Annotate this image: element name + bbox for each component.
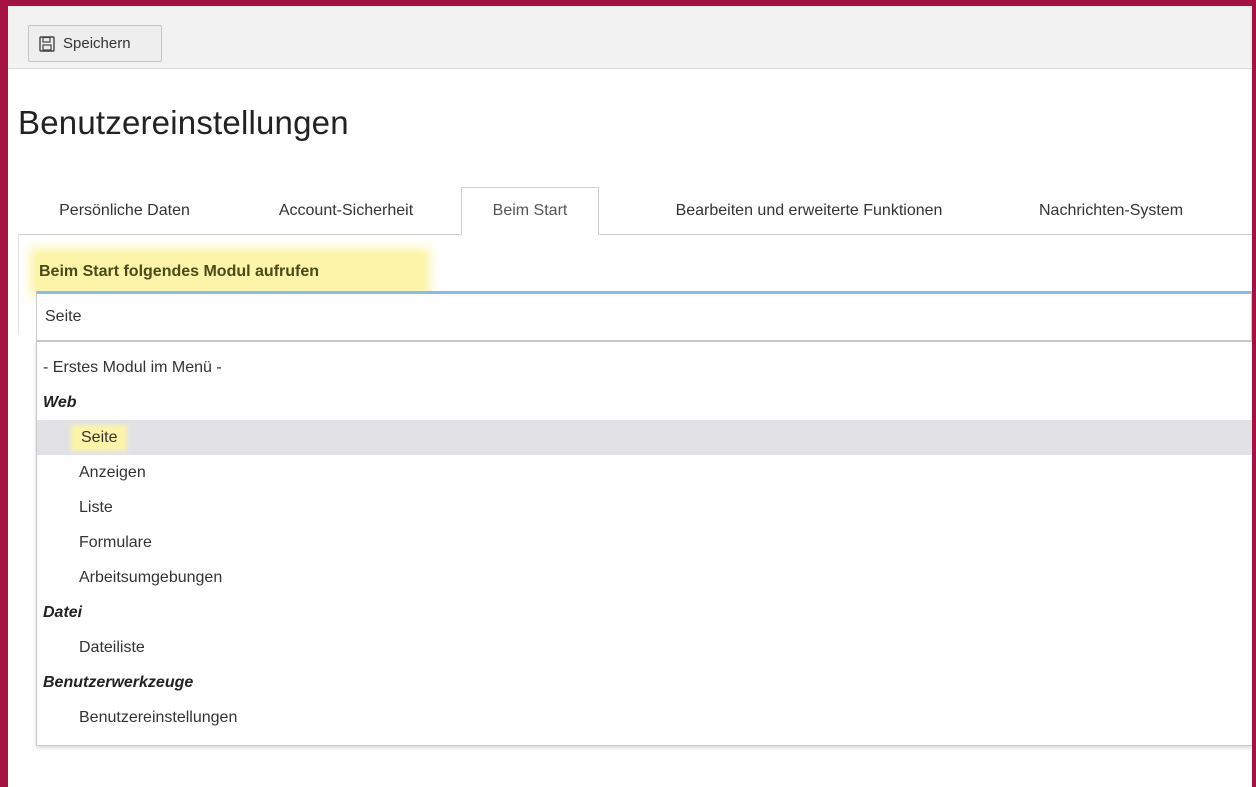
group-label: Web — [43, 393, 77, 411]
dropdown-group-benutzerwerkzeuge: Benutzerwerkzeuge — [37, 665, 1252, 700]
save-icon — [39, 35, 55, 52]
page-title: Benutzereinstellungen — [18, 104, 349, 141]
dropdown-option-seite[interactable]: Seite — [37, 420, 1252, 455]
tab-bearbeiten[interactable]: Bearbeiten und erweiterte Funktionen — [599, 187, 1019, 235]
option-label: Seite — [75, 428, 124, 447]
toolbar: Speichern — [8, 6, 1252, 69]
group-label: Datei — [43, 603, 83, 621]
tab-label: Nachrichten-System — [1039, 202, 1184, 219]
tab-label: Beim Start — [492, 202, 568, 219]
option-label: Arbeitsumgebungen — [79, 568, 223, 586]
tab-nachrichten-system[interactable]: Nachrichten-System — [1019, 187, 1252, 235]
tab-label: Bearbeiten und erweiterte Funktionen — [675, 202, 943, 219]
start-module-label: Beim Start folgendes Modul aufrufen — [36, 254, 424, 290]
option-label: Formulare — [79, 533, 152, 551]
option-label: Liste — [79, 498, 113, 516]
group-label: Benutzerwerkzeuge — [43, 673, 194, 691]
select-value: Seite — [45, 308, 82, 325]
tab-label: Persönliche Daten — [59, 202, 190, 219]
option-label: Anzeigen — [79, 463, 146, 481]
dropdown-option-liste[interactable]: Liste — [37, 490, 1252, 525]
dropdown-group-datei: Datei — [37, 595, 1252, 630]
tab-bar: Persönliche Daten Account-Sicherheit Bei… — [18, 187, 1252, 235]
start-module-select[interactable]: Seite — [36, 291, 1252, 341]
dropdown-option-benutzereinstellungen[interactable]: Benutzereinstellungen — [37, 700, 1252, 735]
option-label: Benutzereinstellungen — [79, 708, 238, 726]
tab-persoenliche-daten[interactable]: Persönliche Daten — [18, 187, 231, 235]
tab-account-sicherheit[interactable]: Account-Sicherheit — [231, 187, 461, 235]
save-button[interactable]: Speichern — [28, 25, 162, 62]
dropdown-option-formulare[interactable]: Formulare — [37, 525, 1252, 560]
option-label: - Erstes Modul im Menü - — [43, 358, 222, 376]
option-label: Dateiliste — [79, 638, 145, 656]
save-button-label: Speichern — [63, 35, 131, 52]
dropdown-group-web: Web — [37, 385, 1252, 420]
tab-label: Account-Sicherheit — [278, 202, 414, 219]
dropdown-option-arbeitsumgebungen[interactable]: Arbeitsumgebungen — [37, 560, 1252, 595]
dropdown-option-anzeigen[interactable]: Anzeigen — [37, 455, 1252, 490]
dropdown-option-dateiliste[interactable]: Dateiliste — [37, 630, 1252, 665]
dropdown-list: - Erstes Modul im Menü - Web Seite Anzei… — [36, 341, 1252, 746]
tab-beim-start[interactable]: Beim Start — [461, 187, 599, 235]
dropdown-option-first-module[interactable]: - Erstes Modul im Menü - — [37, 350, 1252, 385]
